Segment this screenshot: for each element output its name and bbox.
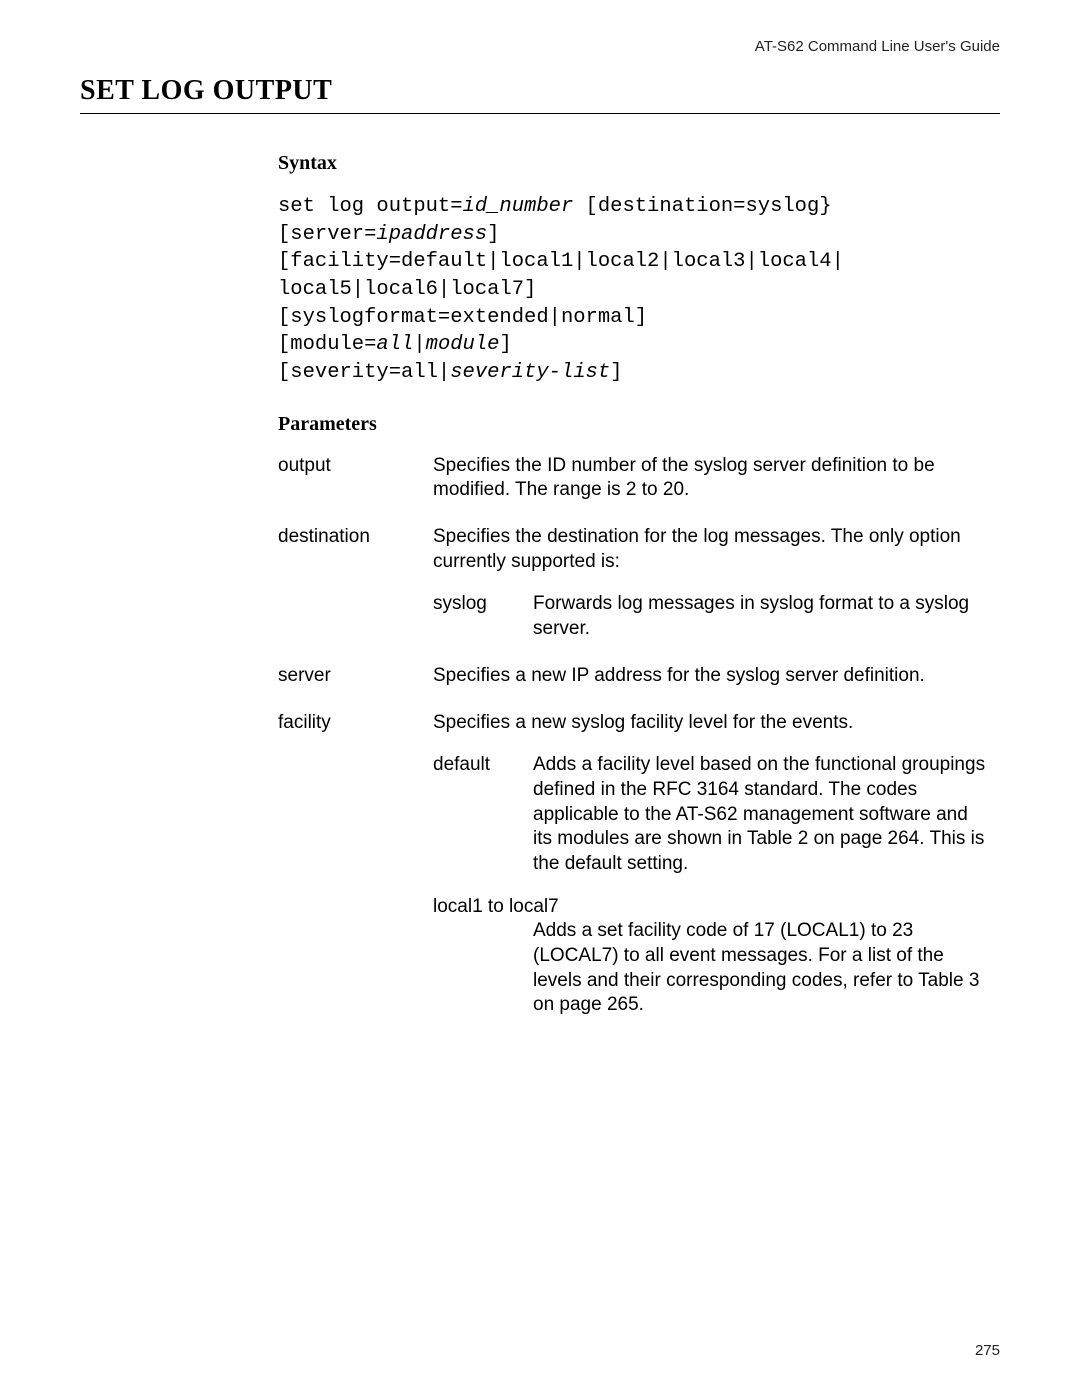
sub-desc: Adds a facility level based on the funct… bbox=[533, 753, 990, 876]
param-desc-text: Specifies a new syslog facility level fo… bbox=[433, 712, 853, 733]
command-title: SET LOG OUTPUT bbox=[80, 75, 1000, 114]
syntax-text: [severity=all| bbox=[278, 361, 450, 384]
page-number: 275 bbox=[975, 1342, 1000, 1359]
sub-row-local: local1 to local7 Adds a set facility cod… bbox=[433, 895, 990, 1018]
syntax-text: ] bbox=[499, 333, 511, 356]
guide-header: AT-S62 Command Line User's Guide bbox=[80, 38, 1000, 55]
syntax-text: [destination=syslog} bbox=[573, 195, 831, 218]
syntax-var: severity-list bbox=[450, 361, 610, 384]
param-row-facility: facility Specifies a new syslog facility… bbox=[278, 711, 990, 1019]
param-name: facility bbox=[278, 711, 433, 1019]
sub-desc: Adds a set facility code of 17 (LOCAL1) … bbox=[533, 919, 990, 1018]
param-desc: Specifies the destination for the log me… bbox=[433, 525, 990, 642]
syntax-var: all bbox=[376, 333, 413, 356]
syntax-text: [module= bbox=[278, 333, 376, 356]
syntax-text: ] bbox=[487, 223, 499, 246]
param-desc: Specifies a new syslog facility level fo… bbox=[433, 711, 990, 1019]
param-desc: Specifies a new IP address for the syslo… bbox=[433, 664, 990, 689]
syntax-text: | bbox=[413, 333, 425, 356]
syntax-var: ipaddress bbox=[376, 223, 487, 246]
param-row-output: output Specifies the ID number of the sy… bbox=[278, 454, 990, 503]
syntax-text: [facility=default|local1|local2|local3|l… bbox=[278, 250, 844, 273]
sub-row-default: default Adds a facility level based on t… bbox=[433, 753, 990, 876]
param-desc-text: Specifies the destination for the log me… bbox=[433, 526, 961, 572]
sub-name: default bbox=[433, 753, 533, 876]
sub-desc: Forwards log messages in syslog format t… bbox=[533, 592, 990, 641]
syntax-heading: Syntax bbox=[278, 152, 990, 175]
syntax-text: [syslogformat=extended|normal] bbox=[278, 306, 647, 329]
page: AT-S62 Command Line User's Guide SET LOG… bbox=[0, 0, 1080, 1397]
param-name: server bbox=[278, 664, 433, 689]
syntax-text: local5|local6|local7] bbox=[278, 278, 536, 301]
param-name: output bbox=[278, 454, 433, 503]
syntax-text: [server= bbox=[278, 223, 376, 246]
syntax-block: set log output=id_number [destination=sy… bbox=[278, 193, 990, 387]
syntax-text: ] bbox=[610, 361, 622, 384]
syntax-var: id_number bbox=[463, 195, 574, 218]
syntax-text: set log output= bbox=[278, 195, 463, 218]
parameters-table: output Specifies the ID number of the sy… bbox=[278, 454, 990, 1018]
sub-name: syslog bbox=[433, 592, 533, 641]
sub-name: local1 to local7 bbox=[433, 895, 990, 920]
param-row-destination: destination Specifies the destination fo… bbox=[278, 525, 990, 642]
content-block: Syntax set log output=id_number [destina… bbox=[278, 152, 990, 1018]
param-desc: Specifies the ID number of the syslog se… bbox=[433, 454, 990, 503]
param-row-server: server Specifies a new IP address for th… bbox=[278, 664, 990, 689]
sub-row-syslog: syslog Forwards log messages in syslog f… bbox=[433, 592, 990, 641]
param-name: destination bbox=[278, 525, 433, 642]
syntax-var: module bbox=[426, 333, 500, 356]
parameters-heading: Parameters bbox=[278, 413, 990, 436]
